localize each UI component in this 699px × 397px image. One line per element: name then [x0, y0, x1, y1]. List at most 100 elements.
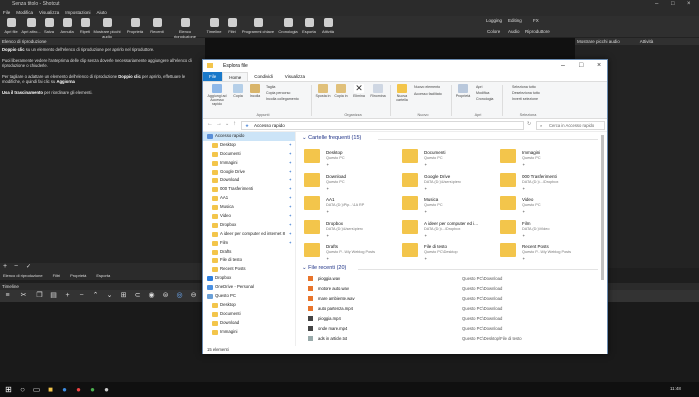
minimize-icon[interactable]: – [561, 60, 565, 72]
recent-file-item[interactable]: mare ambiente.wav Questo PC\Download [308, 294, 598, 304]
edge-icon[interactable]: ● [60, 385, 69, 394]
nav-item[interactable]: Documenti ✦ [203, 150, 295, 159]
frequent-folder-item[interactable]: Video Questo PC ✦ [500, 194, 597, 216]
tab-playlist[interactable]: Elenco di riproduzione [3, 272, 43, 280]
nav-item[interactable]: Dropbox [203, 274, 295, 283]
layout-logging[interactable]: Logging [486, 18, 502, 23]
nav-item[interactable]: OneDrive - Personal [203, 283, 295, 292]
properties-button[interactable]: Proprietà [124, 18, 146, 34]
nav-item[interactable]: Video ✦ [203, 212, 295, 221]
remove-icon[interactable]: − [14, 263, 18, 270]
frequent-folders-header[interactable]: ⌄ Cartelle frequenti (15) [302, 135, 361, 141]
recent-file-item[interactable]: pioggia.mp4 Questo PC\Download [308, 314, 598, 324]
frequent-folder-item[interactable]: Desktop Questo PC ✦ [304, 147, 401, 169]
keyframes-button[interactable]: Programmi chiave [240, 18, 276, 34]
recent-file-item[interactable]: onde mare.mp4 Questo PC\Download [308, 324, 598, 334]
search-input[interactable]: ⌕ Cerca in Accesso rapido [536, 121, 605, 130]
frequent-folder-item[interactable]: Recent Posts Questo P...\My Weblog Posts ✦ [500, 241, 597, 263]
close-icon[interactable]: × [687, 0, 691, 9]
recent-file-item[interactable]: ads in article.txt Questo PC\Desktop\File… [308, 334, 598, 344]
nav-item[interactable]: Desktop [203, 301, 295, 310]
nav-item[interactable]: Immagini ✦ [203, 159, 295, 168]
nav-item[interactable]: Musica ✦ [203, 203, 295, 212]
nav-item[interactable]: Download ✦ [203, 176, 295, 185]
recent-file-item[interactable]: motore auto.wav Questo PC\Download [308, 284, 598, 294]
scrub-icon[interactable]: ◉ [148, 292, 155, 299]
cut-button[interactable]: Taglia [266, 85, 275, 89]
paste-link-button[interactable]: Incolla collegamento [266, 97, 299, 101]
remove-clip-icon[interactable]: − [78, 292, 85, 299]
frequent-folder-item[interactable]: Drafts Questo P...\My Weblog Posts ✦ [304, 241, 401, 263]
select-none-button[interactable]: Deseleziona tutto [512, 91, 540, 95]
new-item-button[interactable]: Nuovo elemento [414, 85, 440, 89]
history-button[interactable]: Cronologia [277, 18, 299, 34]
pin-quick-access-button[interactable]: Aggiungi ad Accesso rapido [205, 84, 229, 106]
layout-color[interactable]: Colore [487, 29, 500, 34]
tab-view[interactable]: Visualizza [279, 72, 311, 81]
nav-item[interactable]: A ideer per computer ed internet 8 ✦ [203, 230, 295, 239]
menu-file[interactable]: File [3, 9, 10, 16]
tab-share[interactable]: Condividi [248, 72, 279, 81]
nav-item[interactable]: AA1 ✦ [203, 194, 295, 203]
refresh-icon[interactable]: ↻ [527, 121, 531, 127]
delete-button[interactable]: ✕ Elimina [351, 84, 367, 99]
open-file-button[interactable]: Apri file [0, 18, 22, 34]
nav-item[interactable]: File di testo [203, 256, 295, 265]
nav-item[interactable]: Recent Posts [203, 265, 295, 274]
cut-icon[interactable]: ✂ [20, 292, 27, 299]
nav-item[interactable]: Drafts [203, 248, 295, 257]
tab-filters[interactable]: Filtri [53, 272, 61, 280]
tab-export[interactable]: Esporta [96, 272, 110, 280]
rename-button[interactable]: Rinomina [369, 84, 387, 98]
snap-icon[interactable]: ⊂ [134, 292, 141, 299]
nav-item[interactable]: Download [203, 319, 295, 328]
nav-item[interactable]: Dropbox ✦ [203, 221, 295, 230]
jobs-button[interactable]: Attività [317, 18, 339, 34]
shotcut-icon[interactable]: ● [102, 385, 111, 394]
nav-item[interactable]: Documenti [203, 310, 295, 319]
nav-item[interactable]: 000 Trasferimenti ✦ [203, 185, 295, 194]
search-icon[interactable]: ○ [18, 385, 27, 394]
scrollbar[interactable] [601, 135, 604, 280]
append-icon[interactable]: + [64, 292, 71, 299]
layout-fx[interactable]: FX [533, 18, 539, 23]
copy-path-button[interactable]: Copia percorso [266, 91, 290, 95]
frequent-folder-item[interactable]: Film DATA (D:)\Video ✦ [500, 218, 597, 240]
easy-access-button[interactable]: Accesso facilitato [414, 92, 442, 96]
frequent-folder-item[interactable]: Dropbox DATA (D:)\Users\pierc ✦ [304, 218, 401, 240]
move-to-button[interactable]: Sposta in [315, 84, 331, 98]
invert-selection-button[interactable]: Inverti selezione [512, 97, 538, 101]
app-icon[interactable]: ● [74, 385, 83, 394]
nav-item[interactable]: Questo PC [203, 292, 295, 301]
frequent-folder-item[interactable]: Download Questo PC ✦ [304, 171, 401, 193]
frequent-folder-item[interactable]: AA1 DATA (D:)\Pip...\1A RP ✦ [304, 194, 401, 216]
check-icon[interactable]: ✓ [26, 263, 31, 270]
address-bar[interactable]: ★ Accesso rapido [241, 121, 524, 130]
new-folder-button[interactable]: Nuova cartella [393, 84, 411, 102]
zoom-out-icon[interactable]: ⊖ [190, 292, 197, 299]
playlist-button[interactable]: Elenco riproduzione [168, 18, 202, 39]
frequent-folder-item[interactable]: Musica Questo PC ✦ [402, 194, 499, 216]
properties-button[interactable]: Proprietà [454, 84, 472, 98]
layout-audio[interactable]: Audio [508, 29, 520, 34]
recent-button[interactable]: Recenti [146, 18, 168, 34]
minimize-icon[interactable]: – [655, 0, 658, 9]
nav-item[interactable]: Accesso rapido [203, 132, 295, 141]
task-view-icon[interactable]: ▭ [32, 385, 41, 394]
frequent-folder-item[interactable]: 000 Trasferimenti DATA (D:)\...\Dropbox ✦ [500, 171, 597, 193]
recent-files-header[interactable]: ⌄ File recenti (20) [302, 265, 346, 271]
copy-button[interactable]: Copia [231, 84, 245, 98]
menu-edit[interactable]: Modifica [16, 9, 33, 16]
audio-peaks-button[interactable]: Mostrare picchi audio [92, 18, 122, 39]
split-icon[interactable]: ⊞ [120, 292, 127, 299]
recent-file-item[interactable]: pioggia.wav Questo PC\Download [308, 274, 598, 284]
nav-item[interactable]: Desktop ✦ [203, 141, 295, 150]
windows-start-icon[interactable]: ⊞ [4, 385, 13, 394]
file-explorer-icon[interactable]: ■ [46, 385, 55, 394]
ripple-icon[interactable]: ⊜ [162, 292, 169, 299]
menu-help[interactable]: Aiuto [96, 9, 106, 16]
frequent-folder-item[interactable]: Google Drive DATA (D:)\Users\pierc ✦ [402, 171, 499, 193]
tab-home[interactable]: Home [222, 72, 249, 81]
paste-button[interactable]: Incolla [247, 84, 263, 98]
layout-player[interactable]: Riproduttore [525, 29, 550, 34]
